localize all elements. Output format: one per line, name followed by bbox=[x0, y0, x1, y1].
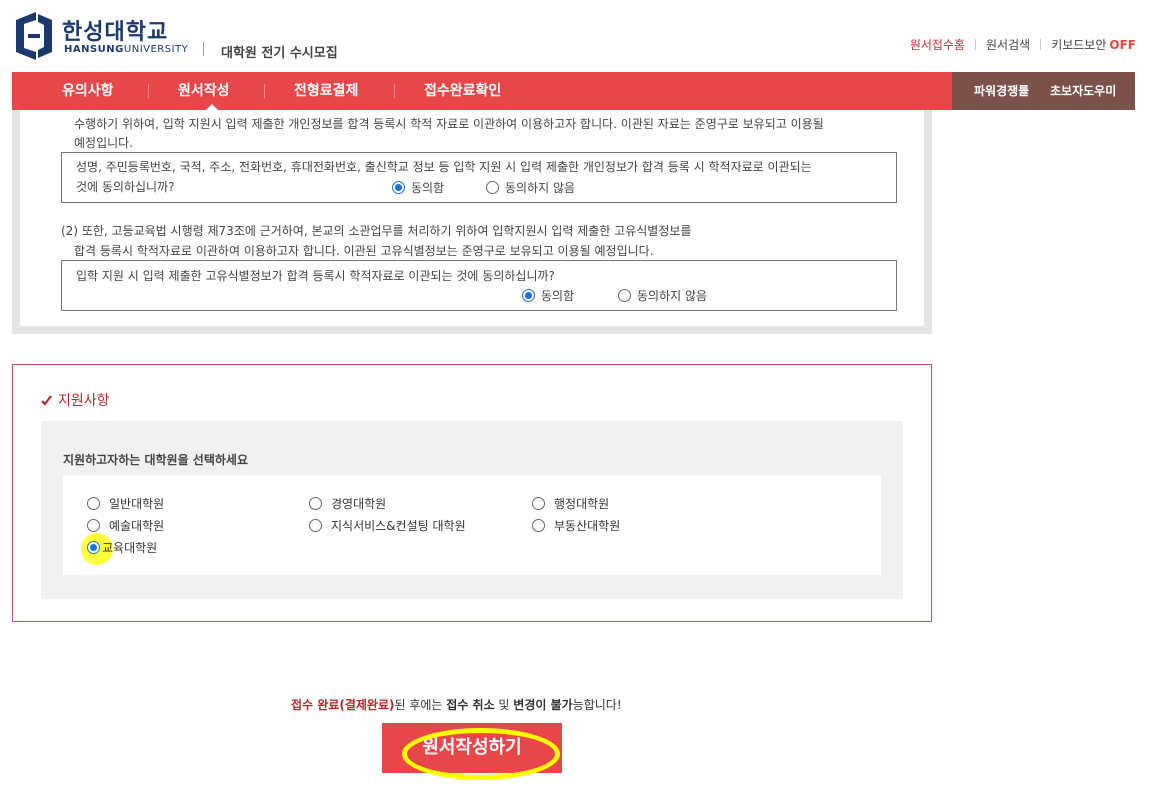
graduate-school-options: 일반대학원 경영대학원 행정대학원 예술대학원 지식서비스&컨설팅 대학원 부동… bbox=[63, 475, 881, 575]
application-home-link[interactable]: 원서접수홈 bbox=[910, 36, 965, 53]
link-separator bbox=[1040, 39, 1042, 50]
main-nav: 유의사항 원서작성 전형료결제 접수완료확인 bbox=[12, 72, 952, 110]
nav-separator bbox=[148, 84, 149, 98]
nav-tab-application-form[interactable]: 원서작성 bbox=[178, 72, 230, 110]
write-application-button[interactable]: 원서작성하기 bbox=[382, 723, 562, 773]
option-business-graduate-school[interactable]: 경영대학원 bbox=[309, 495, 386, 512]
radio-icon-checked[interactable] bbox=[392, 181, 405, 194]
radio-icon[interactable] bbox=[87, 497, 100, 510]
site-header: 한성대학교 HANSUNGUNIVERSITY 대학원 전기 수시모집 원서접수… bbox=[0, 0, 1150, 72]
nav-tab-completion-check[interactable]: 접수완료확인 bbox=[424, 72, 501, 110]
option-arts-graduate-school[interactable]: 예술대학원 bbox=[87, 517, 164, 534]
logo-korean-name[interactable]: 한성대학교 bbox=[62, 14, 168, 46]
radio-icon-checked[interactable] bbox=[522, 289, 535, 302]
consent-q1-agree-option[interactable]: 동의함 bbox=[392, 179, 444, 196]
option-label: 지식서비스&컨설팅 대학원 bbox=[331, 519, 466, 533]
radio-icon[interactable] bbox=[618, 289, 631, 302]
option-label: 행정대학원 bbox=[554, 497, 610, 511]
consent-q1-disagree-label: 동의하지 않음 bbox=[505, 181, 576, 195]
university-logo-icon[interactable] bbox=[14, 12, 54, 60]
radio-icon-checked[interactable] bbox=[87, 541, 100, 554]
consent-q1-line1: 성명, 주민등록번호, 국적, 주소, 전화번호, 휴대전화번호, 출신학교 정… bbox=[76, 160, 812, 174]
consent-q2-line1: 입학 지원 시 입력 제출한 고유식별정보가 합격 등록시 학적자료로 이관되는… bbox=[76, 269, 555, 283]
option-knowledge-service-consulting-graduate-school[interactable]: 지식서비스&컨설팅 대학원 bbox=[309, 517, 466, 534]
radio-icon[interactable] bbox=[532, 519, 545, 532]
option-label: 경영대학원 bbox=[331, 497, 387, 511]
option-label: 예술대학원 bbox=[109, 519, 165, 533]
logo-english-name: HANSUNGUNIVERSITY bbox=[64, 44, 188, 55]
application-search-link[interactable]: 원서검색 bbox=[986, 36, 1030, 53]
radio-icon[interactable] bbox=[309, 497, 322, 510]
logo-en-thin: UNIVERSITY bbox=[123, 44, 189, 55]
radio-icon[interactable] bbox=[309, 519, 322, 532]
consent-q1-agree-label: 동의함 bbox=[411, 181, 445, 195]
notice-red-text: 접수 완료(결제완료) bbox=[291, 698, 395, 712]
radio-icon[interactable] bbox=[532, 497, 545, 510]
consent-question-1-box: 성명, 주민등록번호, 국적, 주소, 전화번호, 휴대전화번호, 출신학교 정… bbox=[61, 152, 897, 203]
consent-question-2-box: 입학 지원 시 입력 제출한 고유식별정보가 합격 등록시 학적자료로 이관되는… bbox=[61, 260, 897, 311]
notice-bold-text: 변경이 불가 bbox=[513, 698, 573, 712]
nav-separator bbox=[264, 84, 265, 98]
consent-section2-line1: (2) 또한, 고등교육법 시행령 제73조에 근거하여, 본교의 소관업무를 … bbox=[61, 224, 692, 238]
nav-separator bbox=[394, 84, 395, 98]
graduate-school-selection-panel: 지원하고자하는 대학원을 선택하세요 일반대학원 경영대학원 행정대학원 예술대… bbox=[41, 421, 903, 599]
consent-q1-disagree-option[interactable]: 동의하지 않음 bbox=[486, 179, 575, 196]
nav-tab-fee-payment[interactable]: 전형료결제 bbox=[294, 72, 358, 110]
link-separator bbox=[975, 39, 977, 50]
application-section-title: 지원사항 bbox=[41, 390, 110, 410]
option-real-estate-graduate-school[interactable]: 부동산대학원 bbox=[532, 517, 620, 534]
application-section: 지원사항 지원하고자하는 대학원을 선택하세요 일반대학원 경영대학원 행정대학… bbox=[12, 364, 932, 622]
consent-intro-line2: 예정입니다. bbox=[74, 136, 134, 150]
option-label: 부동산대학원 bbox=[554, 519, 621, 533]
consent-q1-line2: 것에 동의하십니까? bbox=[76, 180, 175, 194]
consent-intro-line1: 수행하기 위하여, 입학 지원시 입력 제출한 개인정보를 합격 등록시 학적 … bbox=[74, 117, 824, 131]
option-education-graduate-school[interactable]: 교육대학원 bbox=[87, 539, 157, 556]
page-subtitle: 대학원 전기 수시모집 bbox=[221, 46, 338, 61]
application-section-title-text: 지원사항 bbox=[58, 393, 110, 409]
option-label: 일반대학원 bbox=[109, 497, 165, 511]
option-general-graduate-school[interactable]: 일반대학원 bbox=[87, 495, 164, 512]
checkmark-icon bbox=[41, 394, 52, 406]
notice-text: 된 후에는 bbox=[394, 698, 447, 712]
consent-q2-disagree-label: 동의하지 않음 bbox=[637, 289, 708, 303]
header-divider bbox=[203, 42, 204, 56]
graduate-school-question: 지원하고자하는 대학원을 선택하세요 bbox=[63, 453, 248, 467]
nav-tab-notice[interactable]: 유의사항 bbox=[62, 72, 114, 110]
competition-rate-link[interactable]: 파워경쟁률 bbox=[974, 72, 1029, 110]
notice-text: 능합니다! bbox=[572, 698, 622, 712]
notice-bold-text: 접수 취소 bbox=[446, 698, 495, 712]
keyboard-security-link[interactable]: 키보드보안 bbox=[1051, 36, 1106, 53]
consent-q2-agree-option[interactable]: 동의함 bbox=[522, 287, 574, 304]
nav-right-panel: 파워경쟁률 초보자도우미 bbox=[952, 72, 1135, 110]
logo-en-bold: HANSUNG bbox=[64, 44, 124, 55]
notice-text: 및 bbox=[494, 698, 514, 712]
consent-q2-disagree-option[interactable]: 동의하지 않음 bbox=[618, 287, 707, 304]
radio-icon[interactable] bbox=[486, 181, 499, 194]
keyboard-security-state[interactable]: OFF bbox=[1109, 38, 1136, 52]
consent-content: 수행하기 위하여, 입학 지원시 입력 제출한 개인정보를 합격 등록시 학적 … bbox=[20, 110, 924, 326]
radio-icon[interactable] bbox=[87, 519, 100, 532]
consent-q2-agree-label: 동의함 bbox=[541, 289, 575, 303]
option-label: 교육대학원 bbox=[102, 541, 158, 555]
consent-section2-line2: 합격 등록시 학적자료로 이관하여 이용하고자 합니다. 이관된 고유식별정보는… bbox=[74, 244, 654, 258]
top-links: 원서접수홈 원서검색 키보드보안 OFF bbox=[910, 36, 1136, 53]
beginner-helper-link[interactable]: 초보자도우미 bbox=[1050, 72, 1116, 110]
option-public-admin-graduate-school[interactable]: 행정대학원 bbox=[532, 495, 609, 512]
submission-notice: 접수 완료(결제완료)된 후에는 접수 취소 및 변경이 불가능합니다! bbox=[291, 696, 622, 713]
